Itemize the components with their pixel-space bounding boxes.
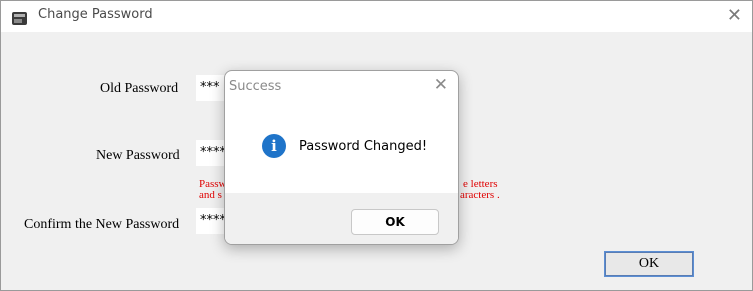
dialog-message: Password Changed! — [299, 139, 428, 154]
password-hint-left-2: and s — [199, 189, 222, 201]
success-dialog: Success ✕ i Password Changed! OK — [224, 70, 459, 245]
info-icon: i — [262, 134, 286, 158]
new-password-label: New Password — [96, 148, 180, 163]
confirm-password-label: Confirm the New Password — [24, 217, 180, 232]
window-title: Change Password — [38, 7, 153, 22]
dialog-title: Success — [229, 79, 282, 94]
ok-button[interactable]: OK — [604, 251, 694, 277]
title-bar: Change Password ✕ — [1, 1, 752, 32]
password-hint-right-2: aracters . — [460, 189, 500, 201]
dialog-close-icon[interactable]: ✕ — [434, 75, 448, 95]
app-icon — [12, 12, 27, 25]
close-icon[interactable]: ✕ — [727, 5, 742, 26]
old-password-label: Old Password — [100, 81, 179, 96]
dialog-ok-button[interactable]: OK — [351, 209, 439, 235]
